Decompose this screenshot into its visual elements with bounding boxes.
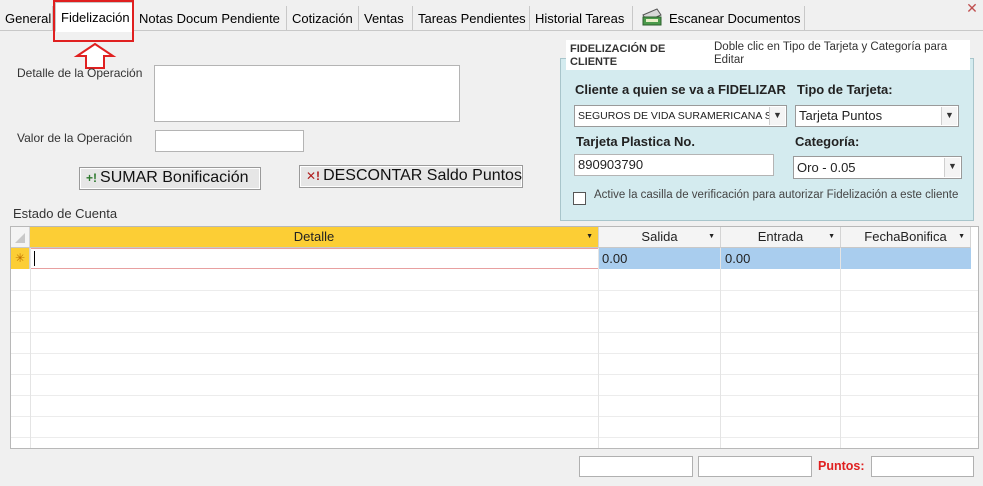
grid-row-line (11, 332, 978, 333)
tab-label: General (5, 11, 52, 26)
column-header-label: FechaBonifica (864, 229, 947, 244)
puntos-field (871, 456, 974, 477)
fidelizacion-hint: Doble clic en Tipo de Tarjeta y Categorí… (670, 40, 970, 70)
fidelizar-checkbox[interactable] (573, 192, 586, 205)
sort-dropdown-icon[interactable]: ▼ (828, 227, 835, 247)
tarjeta-plastica-label: Tarjeta Plastica No. (576, 134, 695, 149)
tab-label: Escanear Documentos (669, 11, 801, 26)
estado-cuenta-grid: Detalle ▼ Salida ▼ Entrada ▼ FechaBonifica ▼… (10, 226, 979, 449)
detalle-label: Detalle de la Operación (17, 66, 143, 80)
tipo-tarjeta-select[interactable]: Tarjeta Puntos ▼ (795, 105, 959, 127)
categoria-label: Categoría: (795, 134, 860, 149)
grid-row-line (11, 290, 978, 291)
new-row-entrada-cell[interactable]: 0.00 (721, 248, 841, 269)
chevron-down-icon[interactable]: ▼ (941, 107, 957, 125)
button-label: DESCONTAR Saldo Puntos (323, 167, 522, 184)
tab-label: Tareas Pendientes (418, 11, 526, 26)
cliente-select-value: SEGUROS DE VIDA SURAMERICANA S.A. (578, 110, 785, 122)
total-salida-field (579, 456, 693, 477)
grid-row-line (11, 437, 978, 438)
categoria-select[interactable]: Oro - 0.05 ▼ (793, 156, 962, 179)
button-label: SUMAR Bonificación (100, 169, 249, 186)
column-header-label: Salida (641, 229, 678, 244)
grid-row-line (11, 395, 978, 396)
select-all-icon (15, 233, 25, 243)
minus-icon: ✕! (306, 169, 321, 183)
categoria-value: Oro - 0.05 (797, 160, 856, 175)
close-icon[interactable]: ✕ (962, 0, 982, 18)
tab-ventas[interactable]: Ventas (359, 6, 413, 31)
tab-bar: General Fidelización Notas Docum Pendien… (0, 0, 983, 32)
tab-label: Notas Docum Pendiente (139, 11, 280, 26)
select-all-corner[interactable] (11, 227, 30, 248)
column-header-label: Entrada (757, 229, 804, 244)
chevron-down-icon[interactable]: ▼ (944, 158, 960, 177)
column-header-label: Detalle (293, 229, 335, 244)
active-tab-highlight (53, 0, 134, 42)
fidelizar-checkbox-label: Active la casilla de verificación para a… (594, 189, 959, 201)
tab-historial-tareas[interactable]: Historial Tareas (530, 6, 633, 31)
new-row-detalle-cell[interactable] (30, 248, 599, 269)
new-row-salida-cell[interactable]: 0.00 (599, 248, 721, 269)
estado-cuenta-label: Estado de Cuenta (13, 206, 118, 221)
valor-input[interactable] (155, 130, 304, 152)
cliente-select[interactable]: SEGUROS DE VIDA SURAMERICANA S.A. ▼ (574, 105, 787, 127)
sort-dropdown-icon[interactable]: ▼ (958, 227, 965, 247)
tab-general[interactable]: General (0, 6, 53, 31)
tipo-tarjeta-label: Tipo de Tarjeta: (797, 82, 893, 97)
column-header-entrada[interactable]: Entrada ▼ (721, 227, 841, 248)
plus-icon: +! (86, 171, 98, 185)
total-entrada-field (698, 456, 812, 477)
tab-tareas-pendientes[interactable]: Tareas Pendientes (413, 6, 530, 31)
tab-label: Cotización (292, 11, 353, 26)
new-row-fecha-cell[interactable] (841, 248, 971, 269)
grid-row-line (11, 353, 978, 354)
column-header-salida[interactable]: Salida ▼ (599, 227, 721, 248)
cliente-label: Cliente a quien se va a FIDELIZAR (575, 82, 786, 97)
new-row-marker-icon: ✳ (11, 248, 30, 269)
sort-dropdown-icon[interactable]: ▼ (708, 227, 715, 247)
tab-notas-docum-pendiente[interactable]: Notas Docum Pendiente (134, 6, 287, 31)
column-header-detalle[interactable]: Detalle ▼ (30, 227, 599, 248)
grid-col-line (840, 248, 841, 448)
detalle-textarea[interactable] (154, 65, 460, 122)
tab-label: Ventas (364, 11, 404, 26)
sumar-bonificacion-button[interactable]: +! SUMAR Bonificación (79, 167, 261, 190)
sort-dropdown-icon[interactable]: ▼ (586, 227, 593, 247)
scanner-icon (642, 8, 662, 26)
grid-col-line (598, 248, 599, 448)
column-header-fechabonifica[interactable]: FechaBonifica ▼ (841, 227, 971, 248)
fidelizacion-title: FIDELIZACIÓN DE CLIENTE (566, 40, 670, 70)
tab-cotizacion[interactable]: Cotización (287, 6, 359, 31)
grid-col-line (30, 248, 31, 448)
valor-label: Valor de la Operación (17, 131, 133, 145)
text-cursor (34, 251, 35, 266)
chevron-down-icon[interactable]: ▼ (769, 107, 785, 125)
grid-row-line (11, 374, 978, 375)
tarjeta-plastica-input[interactable]: 890903790 (574, 154, 774, 176)
grid-row-line (11, 416, 978, 417)
grid-col-line (720, 248, 721, 448)
grid-row-line (11, 311, 978, 312)
descontar-saldo-button[interactable]: ✕! DESCONTAR Saldo Puntos (299, 165, 523, 188)
tab-label: Historial Tareas (535, 11, 625, 26)
puntos-label: Puntos: (818, 459, 865, 473)
tipo-tarjeta-value: Tarjeta Puntos (799, 108, 883, 123)
